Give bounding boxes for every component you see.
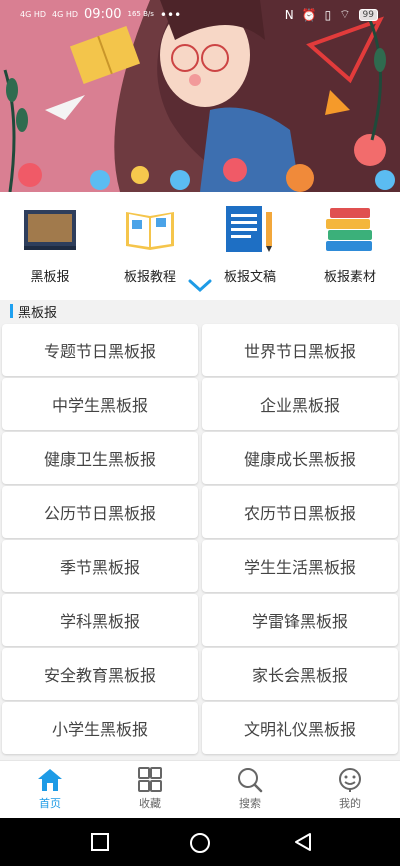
battery-icon: 99	[358, 8, 378, 21]
recents-icon[interactable]	[90, 832, 110, 852]
tab-home[interactable]: 首页	[0, 767, 100, 811]
tab-label: 首页	[39, 797, 61, 810]
status-time: 09:00	[84, 7, 122, 22]
alarm-icon: ⏰	[301, 7, 317, 22]
grid-item[interactable]: 专题节日黑板报	[2, 324, 198, 376]
wifi-icon: ⌔	[339, 7, 351, 21]
home-button-icon[interactable]	[189, 832, 211, 854]
network-speed: 165 B/s	[127, 10, 154, 18]
grid-item[interactable]: 农历节日黑板报	[202, 486, 398, 538]
hero-banner[interactable]: 4G HD 4G HD 09:00 165 B/s ••• N ⏰ ▯ ⌔ 99	[0, 0, 400, 192]
profile-icon	[339, 768, 361, 792]
open-book-icon	[126, 212, 174, 250]
grid-item[interactable]: 小学生黑板报	[2, 702, 198, 754]
home-icon	[38, 769, 62, 791]
category-blackboard[interactable]: 黑板报	[0, 204, 100, 285]
grid-item[interactable]: 健康成长黑板报	[202, 432, 398, 484]
back-icon[interactable]	[293, 832, 313, 852]
signal-indicator-2: 4G HD	[52, 9, 79, 19]
section-title: 黑板报	[18, 306, 58, 321]
grid-icon	[138, 767, 162, 792]
category-material[interactable]: 板报素材	[300, 204, 400, 285]
blackboard-icon	[24, 210, 76, 250]
grid-item[interactable]: 季节黑板报	[2, 540, 198, 592]
grid-item[interactable]: 学雷锋黑板报	[202, 594, 398, 646]
grid-item[interactable]: 安全教育黑板报	[2, 648, 198, 700]
tab-profile[interactable]: 我的	[300, 767, 400, 811]
bottom-tab-bar: 首页 收藏 搜索 我的	[0, 760, 400, 818]
chevron-down-icon[interactable]	[188, 278, 212, 294]
grid-item[interactable]: 企业黑板报	[202, 378, 398, 430]
section-header: 黑板报	[0, 300, 400, 322]
vibrate-icon: ▯	[324, 7, 332, 22]
category-row: 黑板报 板报教程 板报文稿 板报素材	[0, 192, 400, 300]
status-more: •••	[159, 7, 182, 22]
nfc-icon: N	[284, 7, 294, 22]
category-label: 板报教程	[123, 270, 176, 285]
grid-item[interactable]: 公历节日黑板报	[2, 486, 198, 538]
book-stack-icon	[326, 208, 372, 251]
grid-item[interactable]: 健康卫生黑板报	[2, 432, 198, 484]
tab-search[interactable]: 搜索	[200, 767, 300, 811]
status-bar: 4G HD 4G HD 09:00 165 B/s ••• N ⏰ ▯ ⌔ 99	[0, 0, 400, 30]
category-tutorial[interactable]: 板报教程	[100, 204, 200, 285]
category-label: 板报素材	[323, 270, 376, 285]
grid-item[interactable]: 学生生活黑板报	[202, 540, 398, 592]
system-navigation-bar	[0, 818, 400, 866]
tab-favorites[interactable]: 收藏	[100, 767, 200, 811]
tab-label: 我的	[339, 797, 361, 810]
signal-indicator-1: 4G HD	[20, 9, 47, 19]
grid-item[interactable]: 家长会黑板报	[202, 648, 398, 700]
tab-label: 收藏	[139, 797, 161, 810]
grid-item[interactable]: 世界节日黑板报	[202, 324, 398, 376]
tab-label: 搜索	[239, 797, 261, 810]
search-icon	[238, 768, 263, 793]
category-manuscript[interactable]: 板报文稿	[200, 204, 300, 285]
category-label: 黑板报	[30, 270, 70, 285]
category-label: 板报文稿	[223, 270, 276, 285]
notebook-pencil-icon	[226, 206, 272, 252]
section-accent-bar	[10, 304, 13, 318]
grid-item[interactable]: 文明礼仪黑板报	[202, 702, 398, 754]
grid-item[interactable]: 中学生黑板报	[2, 378, 198, 430]
grid-item[interactable]: 学科黑板报	[2, 594, 198, 646]
